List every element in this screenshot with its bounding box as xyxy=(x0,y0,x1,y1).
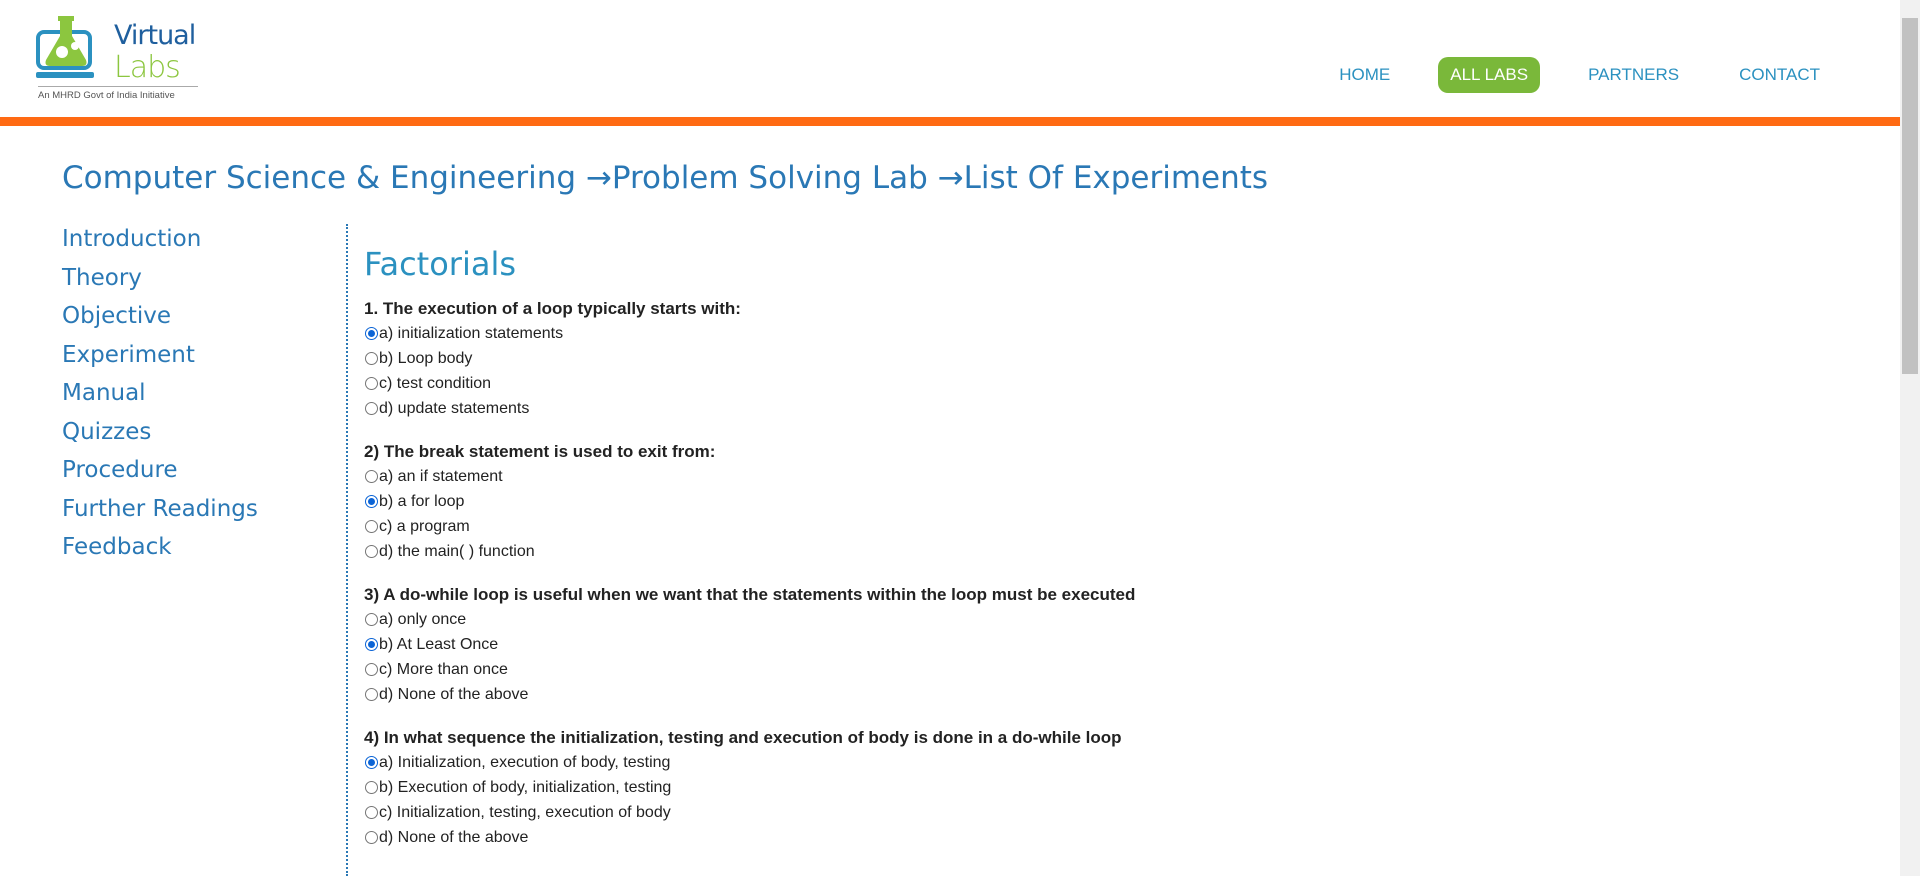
quiz-question: 1. The execution of a loop typically sta… xyxy=(364,296,1864,421)
quiz-questions: 1. The execution of a loop typically sta… xyxy=(364,296,1864,850)
option-label: c) a program xyxy=(379,518,470,535)
sidebar-item-procedure[interactable]: Procedure xyxy=(62,453,258,492)
nav-contact[interactable]: CONTACT xyxy=(1727,57,1832,93)
lab-flask-icon xyxy=(36,16,94,78)
answer-option[interactable]: d) update statements xyxy=(364,396,1864,421)
sidebar-item-further-readings[interactable]: Further Readings xyxy=(62,492,258,531)
option-label: a) an if statement xyxy=(379,468,503,485)
sidebar-item-objective[interactable]: Objective xyxy=(62,299,258,338)
radio-button[interactable] xyxy=(365,327,378,340)
answer-option[interactable]: b) Execution of body, initialization, te… xyxy=(364,775,1864,800)
option-label: a) Initialization, execution of body, te… xyxy=(379,754,671,771)
radio-button[interactable] xyxy=(365,806,378,819)
radio-button[interactable] xyxy=(365,613,378,626)
sidebar-item-feedback[interactable]: Feedback xyxy=(62,530,258,569)
radio-button[interactable] xyxy=(365,756,378,769)
scrollbar-thumb[interactable] xyxy=(1902,18,1918,374)
option-label: b) a for loop xyxy=(379,493,465,510)
answer-option[interactable]: b) At Least Once xyxy=(364,632,1864,657)
option-label: b) Execution of body, initialization, te… xyxy=(379,779,672,796)
logo-text-virtual: Virtual xyxy=(114,20,196,51)
radio-button[interactable] xyxy=(365,377,378,390)
nav-home[interactable]: HOME xyxy=(1327,57,1402,93)
virtual-labs-logo[interactable]: Virtual Labs An MHRD Govt of India Initi… xyxy=(36,14,206,104)
radio-button[interactable] xyxy=(365,352,378,365)
option-label: c) More than once xyxy=(379,661,508,678)
option-label: d) update statements xyxy=(379,400,530,417)
answer-option[interactable]: c) Initialization, testing, execution of… xyxy=(364,800,1864,825)
radio-button[interactable] xyxy=(365,781,378,794)
logo-subtitle: An MHRD Govt of India Initiative xyxy=(38,90,175,101)
radio-button[interactable] xyxy=(365,638,378,651)
logo-divider xyxy=(38,86,198,87)
quiz-question: 2) The break statement is used to exit f… xyxy=(364,439,1864,564)
option-label: d) None of the above xyxy=(379,829,529,846)
answer-option[interactable]: a) Initialization, execution of body, te… xyxy=(364,750,1864,775)
option-label: c) test condition xyxy=(379,375,492,392)
option-label: d) None of the above xyxy=(379,686,529,703)
answer-option[interactable]: c) More than once xyxy=(364,657,1864,682)
sidebar-item-theory[interactable]: Theory xyxy=(62,261,258,300)
answer-option[interactable]: d) None of the above xyxy=(364,825,1864,850)
answer-option[interactable]: c) a program xyxy=(364,514,1864,539)
page-scrollbar[interactable] xyxy=(1900,0,1920,876)
quiz-question: 4) In what sequence the initialization, … xyxy=(364,725,1864,850)
answer-option[interactable]: b) Loop body xyxy=(364,346,1864,371)
quiz-question: 3) A do-while loop is useful when we wan… xyxy=(364,582,1864,707)
sidebar-item-introduction[interactable]: Introduction xyxy=(62,222,258,261)
option-label: b) At Least Once xyxy=(379,636,499,653)
experiment-sidebar: Introduction Theory Objective Experiment… xyxy=(62,222,258,569)
sidebar-item-experiment[interactable]: Experiment xyxy=(62,338,258,377)
radio-button[interactable] xyxy=(365,545,378,558)
header-accent-bar xyxy=(0,117,1900,126)
option-label: a) only once xyxy=(379,611,467,628)
question-text: 2) The break statement is used to exit f… xyxy=(364,442,716,461)
content-divider xyxy=(346,224,348,876)
radio-button[interactable] xyxy=(365,831,378,844)
experiment-title: Factorials xyxy=(364,245,517,283)
sidebar-item-quizzes[interactable]: Quizzes xyxy=(62,415,258,454)
question-text: 1. The execution of a loop typically sta… xyxy=(364,299,741,318)
site-header: Virtual Labs An MHRD Govt of India Initi… xyxy=(0,0,1900,118)
answer-option[interactable]: d) the main( ) function xyxy=(364,539,1864,564)
logo-text-labs: Labs xyxy=(114,50,181,85)
radio-button[interactable] xyxy=(365,688,378,701)
quiz-content: Factorials 1. The execution of a loop ty… xyxy=(364,244,1864,868)
breadcrumb: Computer Science & Engineering →Problem … xyxy=(62,160,1269,196)
radio-button[interactable] xyxy=(365,402,378,415)
option-label: c) Initialization, testing, execution of… xyxy=(379,804,671,821)
radio-button[interactable] xyxy=(365,470,378,483)
answer-option[interactable]: c) test condition xyxy=(364,371,1864,396)
option-label: b) Loop body xyxy=(379,350,473,367)
answer-option[interactable]: a) an if statement xyxy=(364,464,1864,489)
answer-option[interactable]: d) None of the above xyxy=(364,682,1864,707)
sidebar-item-manual[interactable]: Manual xyxy=(62,376,258,415)
answer-option[interactable]: a) initialization statements xyxy=(364,321,1864,346)
radio-button[interactable] xyxy=(365,520,378,533)
question-text: 3) A do-while loop is useful when we wan… xyxy=(364,585,1136,604)
option-label: a) initialization statements xyxy=(379,325,564,342)
answer-option[interactable]: b) a for loop xyxy=(364,489,1864,514)
radio-button[interactable] xyxy=(365,495,378,508)
nav-all-labs[interactable]: ALL LABS xyxy=(1438,57,1541,93)
main-nav: HOME ALL LABS PARTNERS CONTACT xyxy=(1291,57,1832,93)
nav-partners[interactable]: PARTNERS xyxy=(1576,57,1691,93)
question-text: 4) In what sequence the initialization, … xyxy=(364,728,1122,747)
answer-option[interactable]: a) only once xyxy=(364,607,1864,632)
radio-button[interactable] xyxy=(365,663,378,676)
option-label: d) the main( ) function xyxy=(379,543,535,560)
